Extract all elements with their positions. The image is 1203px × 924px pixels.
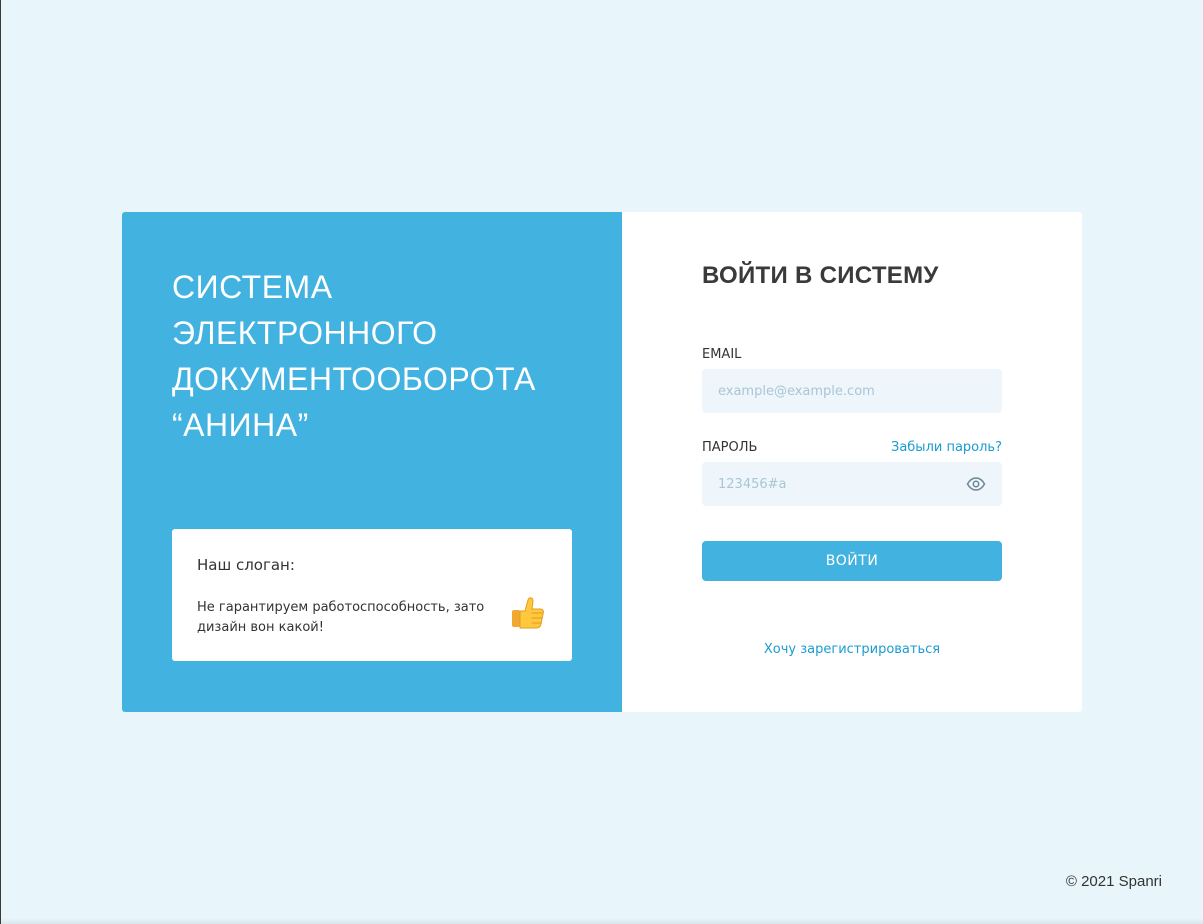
login-card: Система электронного документооборота “А… xyxy=(122,212,1082,712)
slogan-title: Наш слоган: xyxy=(197,556,295,574)
slogan-box: Наш слоган: Не гарантируем работоспособн… xyxy=(172,529,572,661)
email-input[interactable] xyxy=(702,369,1002,413)
bottom-edge-shadow xyxy=(1,918,1203,924)
register-link[interactable]: Хочу зарегистрироваться xyxy=(702,642,1002,657)
forgot-password-link[interactable]: Забыли пароль? xyxy=(891,440,1002,455)
login-panel: ВОЙТИ В СИСТЕМУ EMAIL ПАРОЛЬ Забыли паро… xyxy=(622,212,1082,712)
copyright-text: © 2021 Spanri xyxy=(1065,873,1162,890)
login-title: ВОЙТИ В СИСТЕМУ xyxy=(702,262,939,289)
email-label: EMAIL xyxy=(702,347,742,362)
slogan-text: Не гарантируем работоспособность, зато д… xyxy=(197,600,485,635)
thumbs-up-icon xyxy=(512,597,544,629)
password-label: ПАРОЛЬ xyxy=(702,440,758,455)
brand-panel: Система электронного документооборота “А… xyxy=(122,212,622,712)
eye-icon[interactable] xyxy=(966,474,986,494)
brand-title: Система электронного документооборота “А… xyxy=(172,269,536,443)
login-button[interactable]: ВОЙТИ xyxy=(702,541,1002,581)
password-input[interactable] xyxy=(702,462,1002,506)
